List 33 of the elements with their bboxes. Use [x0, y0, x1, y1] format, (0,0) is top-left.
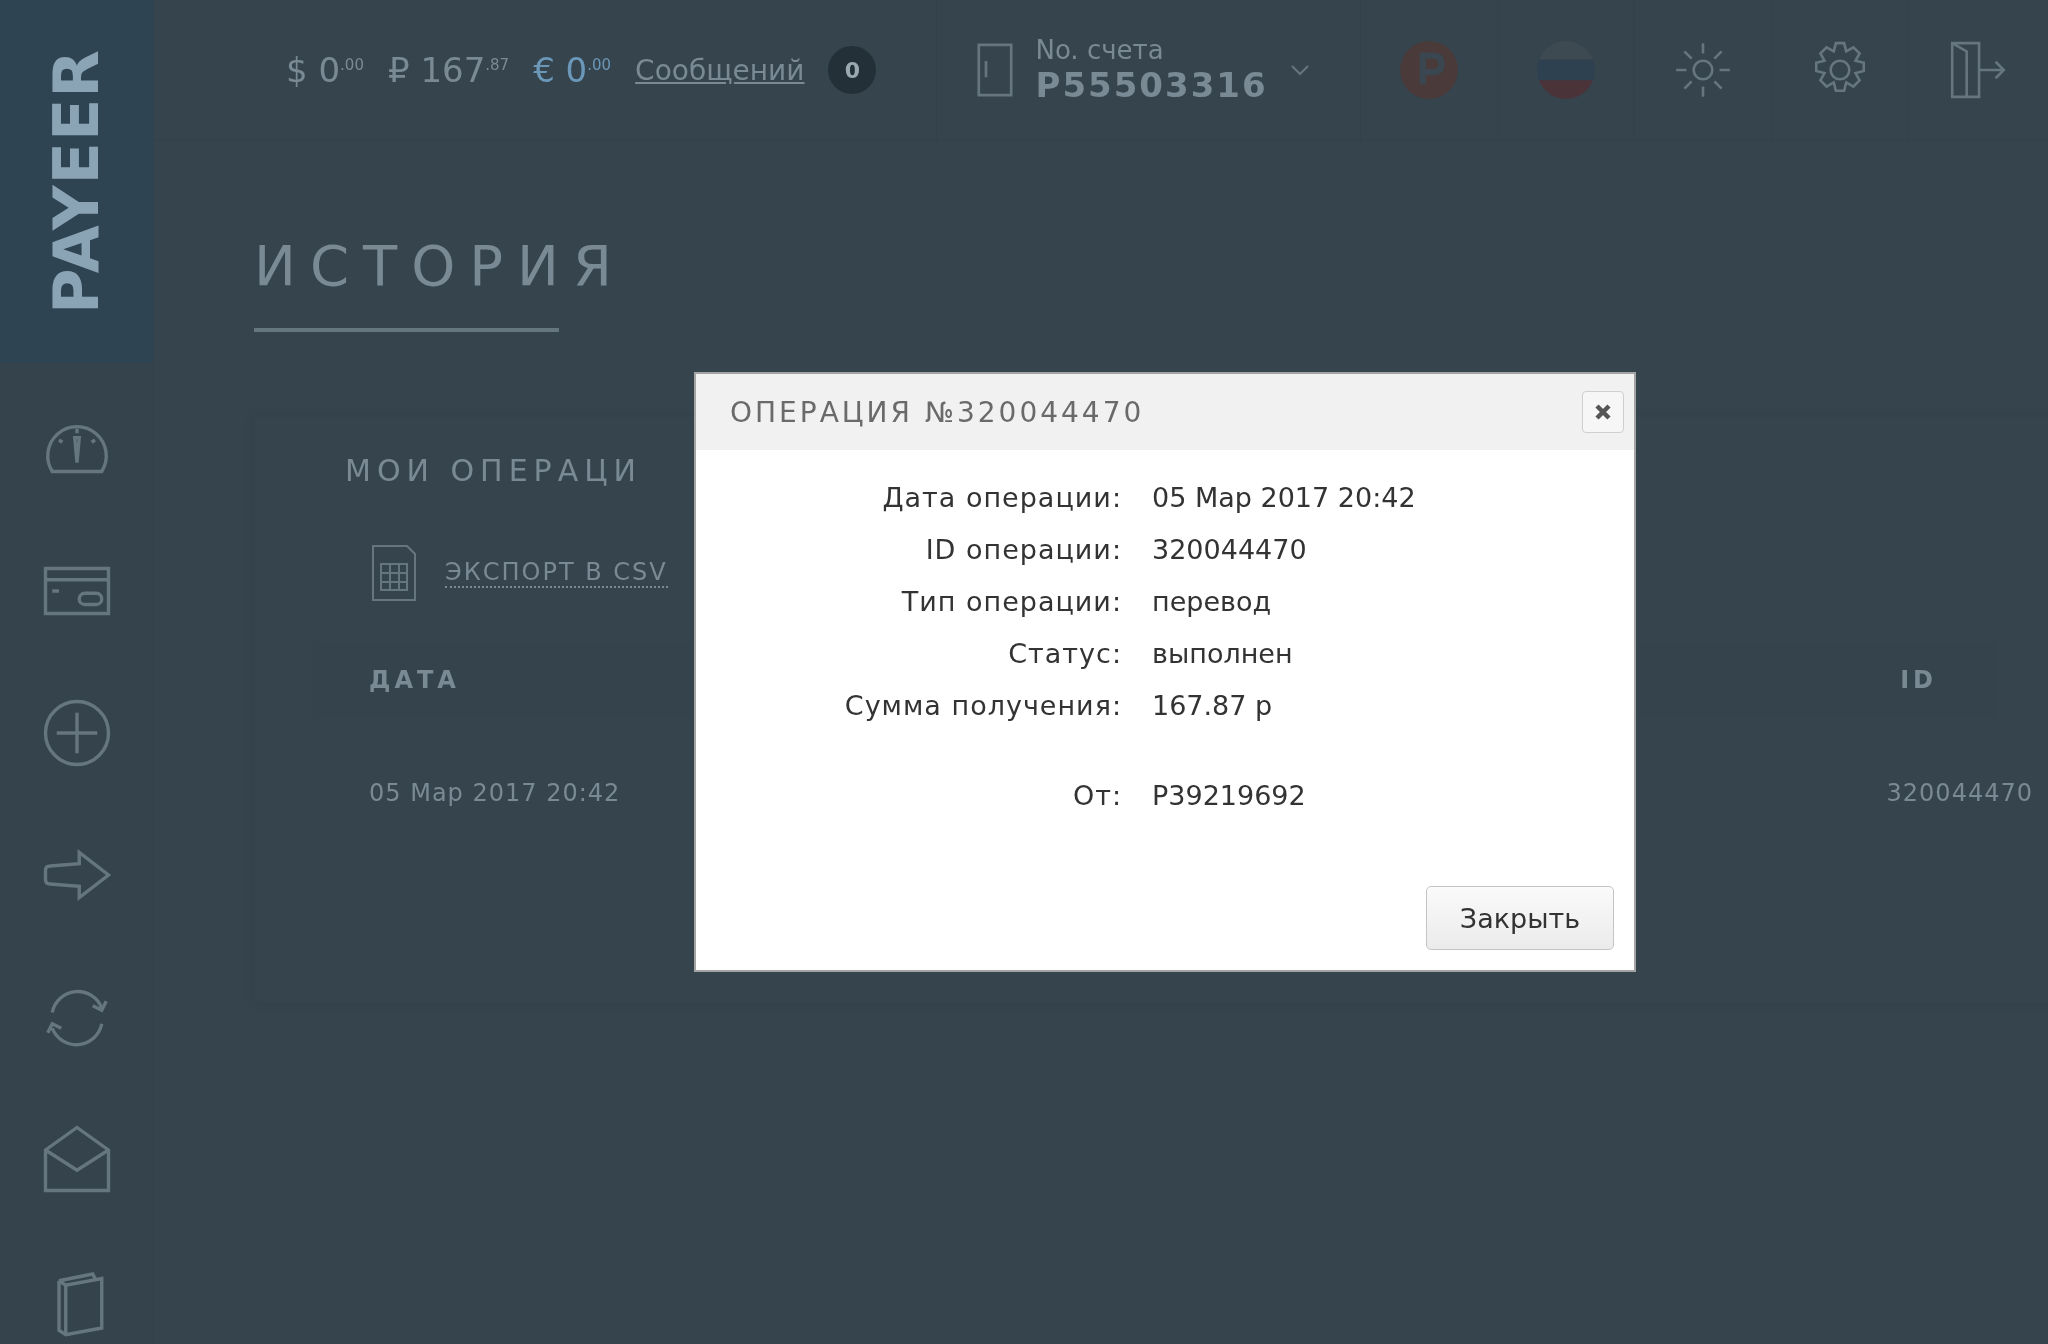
export-csv-link[interactable]: ЭКСПОРТ В CSV: [445, 558, 668, 588]
field-value: 320044470: [1152, 533, 1307, 565]
field-value: перевод: [1152, 585, 1272, 617]
table-cell: 05 Мар 2017 20:42: [369, 779, 621, 807]
field-value: выполнен: [1152, 637, 1293, 669]
page-title: ИСТОРИЯ: [254, 233, 627, 298]
field-value: 167.87 р: [1152, 689, 1273, 721]
column-header: ID: [1900, 666, 1937, 694]
messages-link[interactable]: Сообщений: [635, 53, 805, 87]
field-value: P39219692: [1152, 779, 1306, 811]
close-button[interactable]: [1582, 391, 1624, 433]
chevron-down-icon[interactable]: [1289, 64, 1310, 76]
balance-amount: ₽ 167$^{.87}$: [387, 50, 510, 90]
field-label: Сумма получения:: [843, 689, 1122, 721]
balance-amount: € 0$^{.00}$: [533, 50, 612, 90]
field-label: Тип операции:: [900, 585, 1122, 617]
table-cell: 320044470: [1886, 779, 2033, 807]
spreadsheet-icon[interactable]: [371, 544, 417, 602]
field-label: Статус:: [1007, 637, 1122, 669]
column-header: ДАТА: [369, 666, 460, 694]
card-title: МОИ ОПЕРАЦИ: [345, 453, 642, 488]
close-icon: [1594, 403, 1612, 421]
field-label: От:: [1071, 779, 1122, 811]
account-number[interactable]: P55503316: [1035, 65, 1268, 105]
close-button[interactable]: Закрыть: [1426, 886, 1614, 950]
account-label: No. счета: [1035, 35, 1165, 65]
field-label: Дата операции:: [881, 481, 1122, 513]
message-count-badge: 0: [828, 46, 877, 94]
dialog-title: ОПЕРАЦИЯ №320044470: [730, 395, 1145, 429]
balance-amount: $ 0$^{.00}$: [286, 50, 364, 90]
field-label: ID операции:: [924, 533, 1122, 565]
field-value: 05 Мар 2017 20:42: [1152, 481, 1416, 513]
logo-text: PAYEER: [40, 48, 113, 315]
